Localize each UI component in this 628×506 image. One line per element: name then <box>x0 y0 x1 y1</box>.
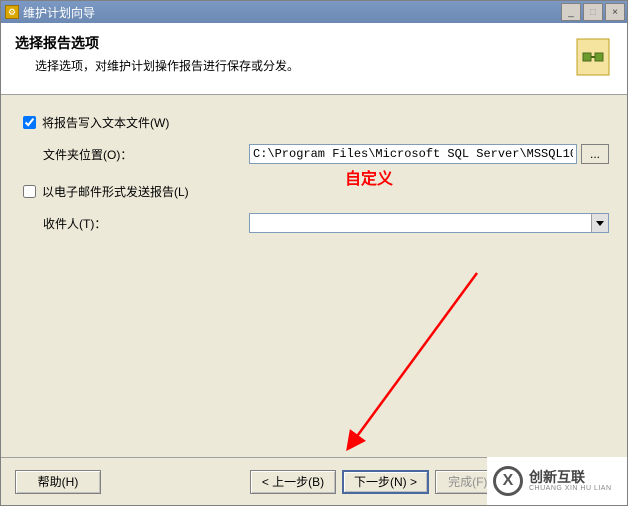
app-icon: ⚙ <box>5 5 19 19</box>
write-report-checkbox[interactable] <box>23 116 36 129</box>
logo-mark-icon: X <box>493 466 523 496</box>
folder-row: 文件夹位置(O)： ... <box>19 144 609 164</box>
watermark-logo: X 创新互联 CHUANG XIN HU LIAN <box>487 457 627 505</box>
page-subtitle: 选择选项，对维护计划操作报告进行保存或分发。 <box>35 57 565 74</box>
close-button[interactable]: × <box>605 3 625 21</box>
wizard-body: 将报告写入文本文件(W) 文件夹位置(O)： ... 以电子邮件形式发送报告(L… <box>1 95 627 447</box>
folder-path-input[interactable] <box>249 144 577 164</box>
email-report-label: 以电子邮件形式发送报告(L) <box>42 183 189 200</box>
logo-subtext: CHUANG XIN HU LIAN <box>529 485 612 492</box>
write-report-row: 将报告写入文本文件(W) <box>19 113 609 132</box>
chevron-down-icon <box>596 221 604 226</box>
annotation-custom-text: 自定义 <box>345 165 393 189</box>
help-button[interactable]: 帮助(H) <box>15 470 101 494</box>
write-report-label: 将报告写入文本文件(W) <box>42 114 169 131</box>
wizard-icon <box>573 33 613 81</box>
minimize-button[interactable]: _ <box>561 3 581 21</box>
maximize-button: □ <box>583 3 603 21</box>
email-report-checkbox[interactable] <box>23 185 36 198</box>
next-button[interactable]: 下一步(N) > <box>342 470 429 494</box>
window-title: 维护计划向导 <box>23 4 561 21</box>
logo-text: 创新互联 <box>529 470 612 485</box>
folder-label: 文件夹位置(O)： <box>19 146 249 163</box>
wizard-header: 选择报告选项 选择选项，对维护计划操作报告进行保存或分发。 <box>1 23 627 95</box>
wizard-window: ⚙ 维护计划向导 _ □ × 选择报告选项 选择选项，对维护计划操作报告进行保存… <box>0 0 628 506</box>
recipient-label: 收件人(T)： <box>19 215 249 232</box>
back-button[interactable]: < 上一步(B) <box>250 470 336 494</box>
window-controls: _ □ × <box>561 3 625 21</box>
annotation-arrow-icon <box>337 263 487 453</box>
titlebar[interactable]: ⚙ 维护计划向导 _ □ × <box>1 1 627 23</box>
page-title: 选择报告选项 <box>15 33 565 53</box>
recipient-row: 收件人(T)： <box>19 213 609 233</box>
email-report-row: 以电子邮件形式发送报告(L) <box>19 182 609 201</box>
dropdown-arrow-button[interactable] <box>591 214 608 232</box>
recipient-dropdown[interactable] <box>249 213 609 233</box>
browse-button[interactable]: ... <box>581 144 609 164</box>
